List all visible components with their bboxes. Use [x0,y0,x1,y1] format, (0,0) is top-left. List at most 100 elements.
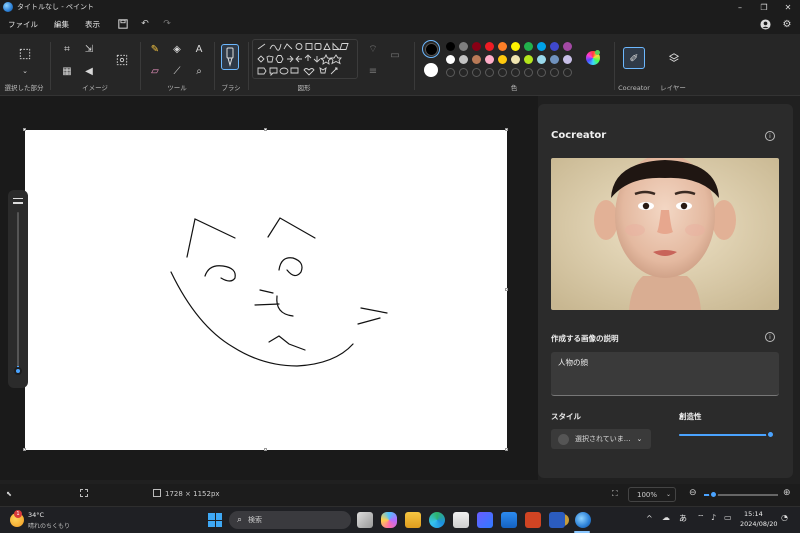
undo-icon[interactable]: ↶ [138,17,152,31]
color-swatch[interactable] [446,55,455,64]
task-view-icon[interactable] [357,512,373,528]
save-icon[interactable] [116,17,130,31]
generated-portrait-image[interactable] [551,158,779,310]
brush-size-track[interactable] [17,212,19,372]
fit-to-window-icon[interactable]: ⛶ [612,489,618,499]
menu-edit[interactable]: 編集 [54,19,69,30]
paint-taskbar-icon[interactable] [575,512,591,528]
file-explorer-icon[interactable] [405,512,421,528]
drawing-canvas[interactable] [25,130,507,450]
primary-color-button[interactable] [422,40,440,58]
speaker-icon[interactable]: ♪ [711,513,716,522]
custom-color-slot[interactable] [524,68,533,77]
creativity-slider-thumb[interactable] [765,430,775,439]
resize-handle[interactable] [505,448,508,451]
clock-date[interactable]: 2024/08/20 [740,520,777,528]
secondary-color-button[interactable] [424,63,438,77]
powerpoint-icon[interactable] [525,512,541,528]
color-swatch[interactable] [485,55,494,64]
custom-color-slot[interactable] [537,68,546,77]
custom-color-slot[interactable] [511,68,520,77]
ime-indicator[interactable]: あ [679,513,687,524]
color-swatch[interactable] [563,55,572,64]
media-player-icon[interactable] [477,512,493,528]
minimize-button[interactable]: – [728,0,752,14]
image-tools-icon[interactable]: ▦ [60,64,74,78]
selection-chevron-icon[interactable]: ⌄ [18,64,32,78]
onedrive-icon[interactable]: ☁ [662,513,670,522]
settings-gear-icon[interactable]: ⚙ [780,17,794,31]
brush-button[interactable] [221,44,239,70]
copilot-icon[interactable] [381,512,397,528]
color-swatch[interactable] [472,55,481,64]
info-icon[interactable]: i [765,332,775,342]
redo-icon[interactable]: ↷ [160,17,174,31]
color-swatch[interactable] [511,55,520,64]
custom-color-slot[interactable] [550,68,559,77]
shapes-gallery[interactable] [252,39,358,79]
color-swatch[interactable] [524,55,533,64]
crop-icon[interactable]: ⌗ [60,42,74,56]
layers-icon[interactable] [666,50,682,66]
resize-handle[interactable] [505,288,508,291]
info-icon[interactable]: i [765,131,775,141]
maximize-button[interactable]: ❐ [752,0,776,14]
color-swatch[interactable] [537,42,546,51]
style-dropdown[interactable]: 選択されていま... ⌄ [551,429,651,449]
resize-handle[interactable] [264,128,267,131]
wifi-icon[interactable]: ⌔ [697,513,705,523]
microsoft-store-icon[interactable] [453,512,469,528]
color-swatch[interactable] [563,42,572,51]
cocreator-button[interactable]: ✐ [623,47,645,69]
custom-color-slot[interactable] [459,68,468,77]
menu-view[interactable]: 表示 [85,19,100,30]
resize-icon[interactable]: ⇲ [82,42,96,56]
eraser-icon[interactable]: ▱ [148,64,162,78]
resize-handle[interactable] [23,448,26,451]
rotate-icon[interactable]: ◀ [82,64,96,78]
custom-color-slot[interactable] [472,68,481,77]
custom-color-slot[interactable] [498,68,507,77]
account-icon[interactable] [758,17,772,31]
shape-outline-icon[interactable]: ⌔ [366,42,380,56]
custom-color-slot[interactable] [485,68,494,77]
edge-browser-icon[interactable] [429,512,445,528]
brush-size-thumb[interactable] [14,367,22,375]
color-swatch[interactable] [511,42,520,51]
color-picker-icon[interactable]: ⟋ [170,64,184,78]
start-windows-icon[interactable] [208,513,222,527]
color-swatch[interactable] [498,55,507,64]
color-swatch[interactable] [498,42,507,51]
custom-color-slot[interactable] [563,68,572,77]
mail-icon[interactable] [501,512,517,528]
menu-file[interactable]: ファイル [8,19,38,30]
close-button[interactable]: ✕ [776,0,800,14]
zoom-out-icon[interactable]: ⊖ [689,488,697,498]
prompt-input[interactable]: 人物の顔 [551,352,779,396]
custom-color-slot[interactable] [446,68,455,77]
image-select-icon[interactable] [114,52,130,68]
color-swatch[interactable] [550,42,559,51]
color-swatch[interactable] [459,42,468,51]
word-icon[interactable] [549,512,565,528]
clock-time[interactable]: 15:14 [744,510,763,518]
color-swatch[interactable] [537,55,546,64]
color-swatch[interactable] [550,55,559,64]
zoom-in-icon[interactable]: ⊕ [783,488,791,498]
color-swatch[interactable] [459,55,468,64]
color-swatch[interactable] [524,42,533,51]
shape-size-icon[interactable]: ≡ [366,64,380,78]
resize-handle[interactable] [505,128,508,131]
creativity-slider-track[interactable] [679,430,775,439]
battery-icon[interactable]: ▭ [724,513,732,522]
resize-handle[interactable] [23,128,26,131]
zoom-dropdown[interactable]: 100% ⌄ [628,487,676,502]
notification-bell-icon[interactable]: ◔ [781,513,788,522]
fill-bucket-icon[interactable]: ◈ [170,42,184,56]
color-swatch[interactable] [446,42,455,51]
shape-fill-icon[interactable]: ▭ [388,48,402,62]
text-icon[interactable]: A [192,42,206,56]
rectangle-select-icon[interactable] [17,46,33,62]
chevron-up-icon[interactable]: ^ [646,514,653,523]
taskbar-search-box[interactable]: ⌕ 検索 [229,511,569,529]
